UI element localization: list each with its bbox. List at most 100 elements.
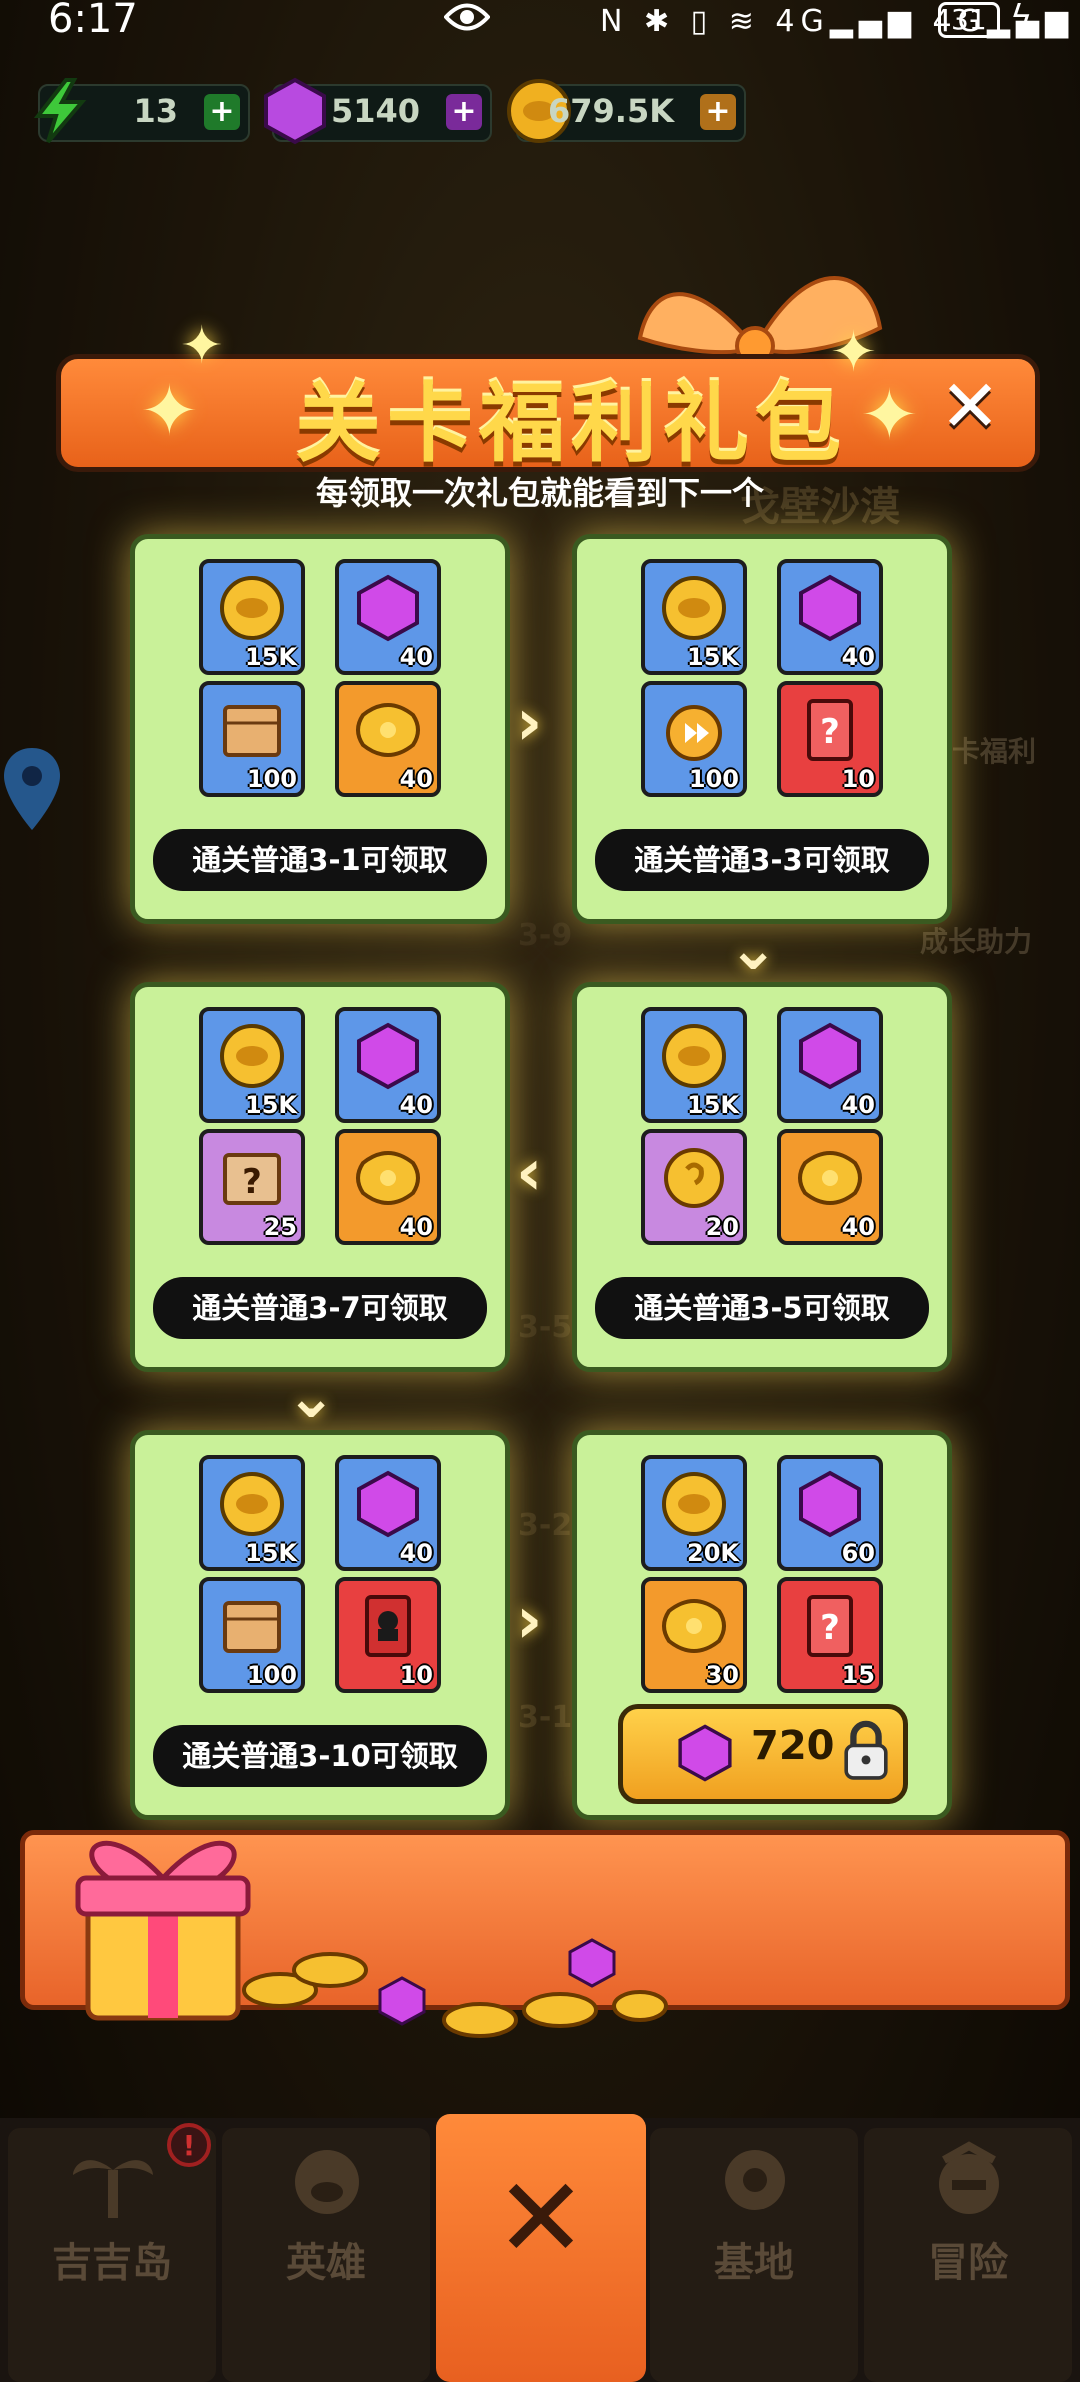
reward-item: ? 15 (777, 1577, 883, 1693)
gold-scroll-icon (356, 703, 420, 757)
reward-item: 60 (777, 1455, 883, 1571)
gem-icon (357, 1470, 419, 1538)
reward-item: 40 (335, 1129, 441, 1245)
close-button[interactable]: ✕ (932, 368, 1008, 444)
gold-scroll-icon (662, 1599, 726, 1653)
chevron-right-icon: › (516, 1584, 543, 1658)
add-gem-button[interactable]: + (446, 94, 482, 130)
dialog-title: 关卡福利礼包 (295, 374, 847, 474)
add-energy-button[interactable]: + (204, 94, 240, 130)
coin-icon (662, 576, 726, 640)
gold-scroll-icon (356, 1151, 420, 1205)
gem-value: 5140 (330, 92, 420, 130)
close-icon: ✕ (494, 2154, 588, 2282)
reward-qty: 40 (399, 765, 433, 793)
gem-icon (799, 1470, 861, 1538)
reward-item: 40 (777, 559, 883, 675)
chevron-down-icon: ⌄ (728, 914, 779, 984)
reward-qty: 40 (841, 643, 875, 671)
svg-text:?: ? (820, 1608, 840, 1648)
reward-item: 40 (335, 1455, 441, 1571)
svg-text:?: ? (820, 712, 840, 752)
reward-item: ? 10 (777, 681, 883, 797)
gift-pack-card[interactable]: 15K 40 ? 25 40 通关普通3-7可领取 (130, 982, 510, 1372)
alert-badge-icon: ! (167, 2123, 211, 2167)
reward-qty: 40 (399, 643, 433, 671)
gem-icon (357, 574, 419, 642)
lock-icon (844, 1720, 888, 1780)
network-type: 4G (775, 4, 830, 39)
reward-item: 40 (777, 1007, 883, 1123)
coin-pile-icon (242, 1938, 668, 2038)
gold-scroll-icon (798, 1151, 862, 1205)
reward-qty: 10 (399, 1661, 433, 1689)
reward-item: ? 25 (199, 1129, 305, 1245)
nav-tab-heroes[interactable]: 英雄 (222, 2128, 430, 2382)
reward-qty: 60 (841, 1539, 875, 1567)
gem-icon (799, 1022, 861, 1090)
reward-item: 100 (199, 1577, 305, 1693)
unlock-condition: 通关普通3-7可领取 (153, 1277, 487, 1339)
reward-qty: 30 (705, 1661, 739, 1689)
gem-icon (264, 77, 326, 145)
reward-item: 15K (199, 1455, 305, 1571)
base-icon (725, 2150, 785, 2210)
eye-icon (444, 3, 490, 31)
gift-pack-card[interactable]: 15K 40 20 40 通关普通3-5可领取 (572, 982, 952, 1372)
reward-qty: 20 (705, 1213, 739, 1241)
pack-price: 720 (751, 1723, 835, 1769)
svg-text:!: ! (183, 2129, 196, 2162)
reward-qty: 40 (399, 1213, 433, 1241)
coin-icon (662, 1472, 726, 1536)
sparkle-icon: ✦ (140, 370, 199, 452)
mystery-card-icon: ? (807, 1595, 853, 1657)
reward-item: 30 (641, 1577, 747, 1693)
reward-qty: 10 (841, 765, 875, 793)
status-bar: 6:17 N ✱ ▯ ≋ 4G▂▄▆ 4G▂▄▆ 31 ϟ (0, 0, 1080, 42)
reward-item: 40 (777, 1129, 883, 1245)
energy-value: 13 (133, 92, 178, 130)
gem-icon (357, 1022, 419, 1090)
unlock-condition: 通关普通3-1可领取 (153, 829, 487, 891)
nav-close-button[interactable]: ✕ (436, 2114, 646, 2382)
gem-icon (678, 1724, 732, 1782)
nav-tab-label: 基地 (714, 2240, 794, 2286)
reward-qty: 40 (841, 1213, 875, 1241)
reward-item: 15K (641, 1007, 747, 1123)
unlock-condition: 通关普通3-3可领取 (595, 829, 929, 891)
reward-qty: 40 (841, 1091, 875, 1119)
clock: 6:17 (48, 0, 138, 42)
nav-tab-base[interactable]: 基地 (650, 2128, 858, 2382)
reward-item: 15K (199, 1007, 305, 1123)
gift-pack-card[interactable]: 15K 40 100 40 通关普通3-1可领取 (130, 534, 510, 924)
speedup-clock-icon (666, 705, 722, 761)
coin-icon (220, 1472, 284, 1536)
unlock-condition: 通关普通3-5可领取 (595, 1277, 929, 1339)
reward-qty: 40 (399, 1091, 433, 1119)
mystery-box-icon: ? (223, 1153, 281, 1205)
nav-tab-adventure[interactable]: 冒险 (864, 2128, 1072, 2382)
crate-icon (223, 1601, 281, 1653)
reward-qty: 15K (245, 1539, 297, 1567)
reward-item: 15K (199, 559, 305, 675)
reward-item: 100 (641, 681, 747, 797)
coin-icon (220, 1024, 284, 1088)
gem-icon (799, 574, 861, 642)
coin-value: 679.5K (547, 92, 674, 130)
gem-counter: 5140 + (264, 77, 492, 145)
reward-item: 20K (641, 1455, 747, 1571)
buy-pack-button[interactable]: 720 (618, 1704, 908, 1804)
gift-pack-card[interactable]: 15K 40 100 ? 10 通关普通3-3可领取 (572, 534, 952, 924)
gift-pack-card[interactable]: 15K 40 100 10 通关普通3-10可领取 (130, 1430, 510, 1820)
reward-qty: 20K (687, 1539, 739, 1567)
hero-face-icon (295, 2150, 359, 2214)
mystery-card-icon: ? (807, 699, 853, 761)
chevron-left-icon: ‹ (516, 1136, 543, 1210)
chevron-down-icon: ⌄ (286, 1362, 337, 1432)
reward-item: 40 (335, 681, 441, 797)
reward-item: 100 (199, 681, 305, 797)
sparkle-icon: ✦ (860, 374, 919, 456)
sparkle-icon: ✦ (180, 316, 224, 376)
crate-icon (223, 705, 281, 757)
add-coin-button[interactable]: + (700, 94, 736, 130)
